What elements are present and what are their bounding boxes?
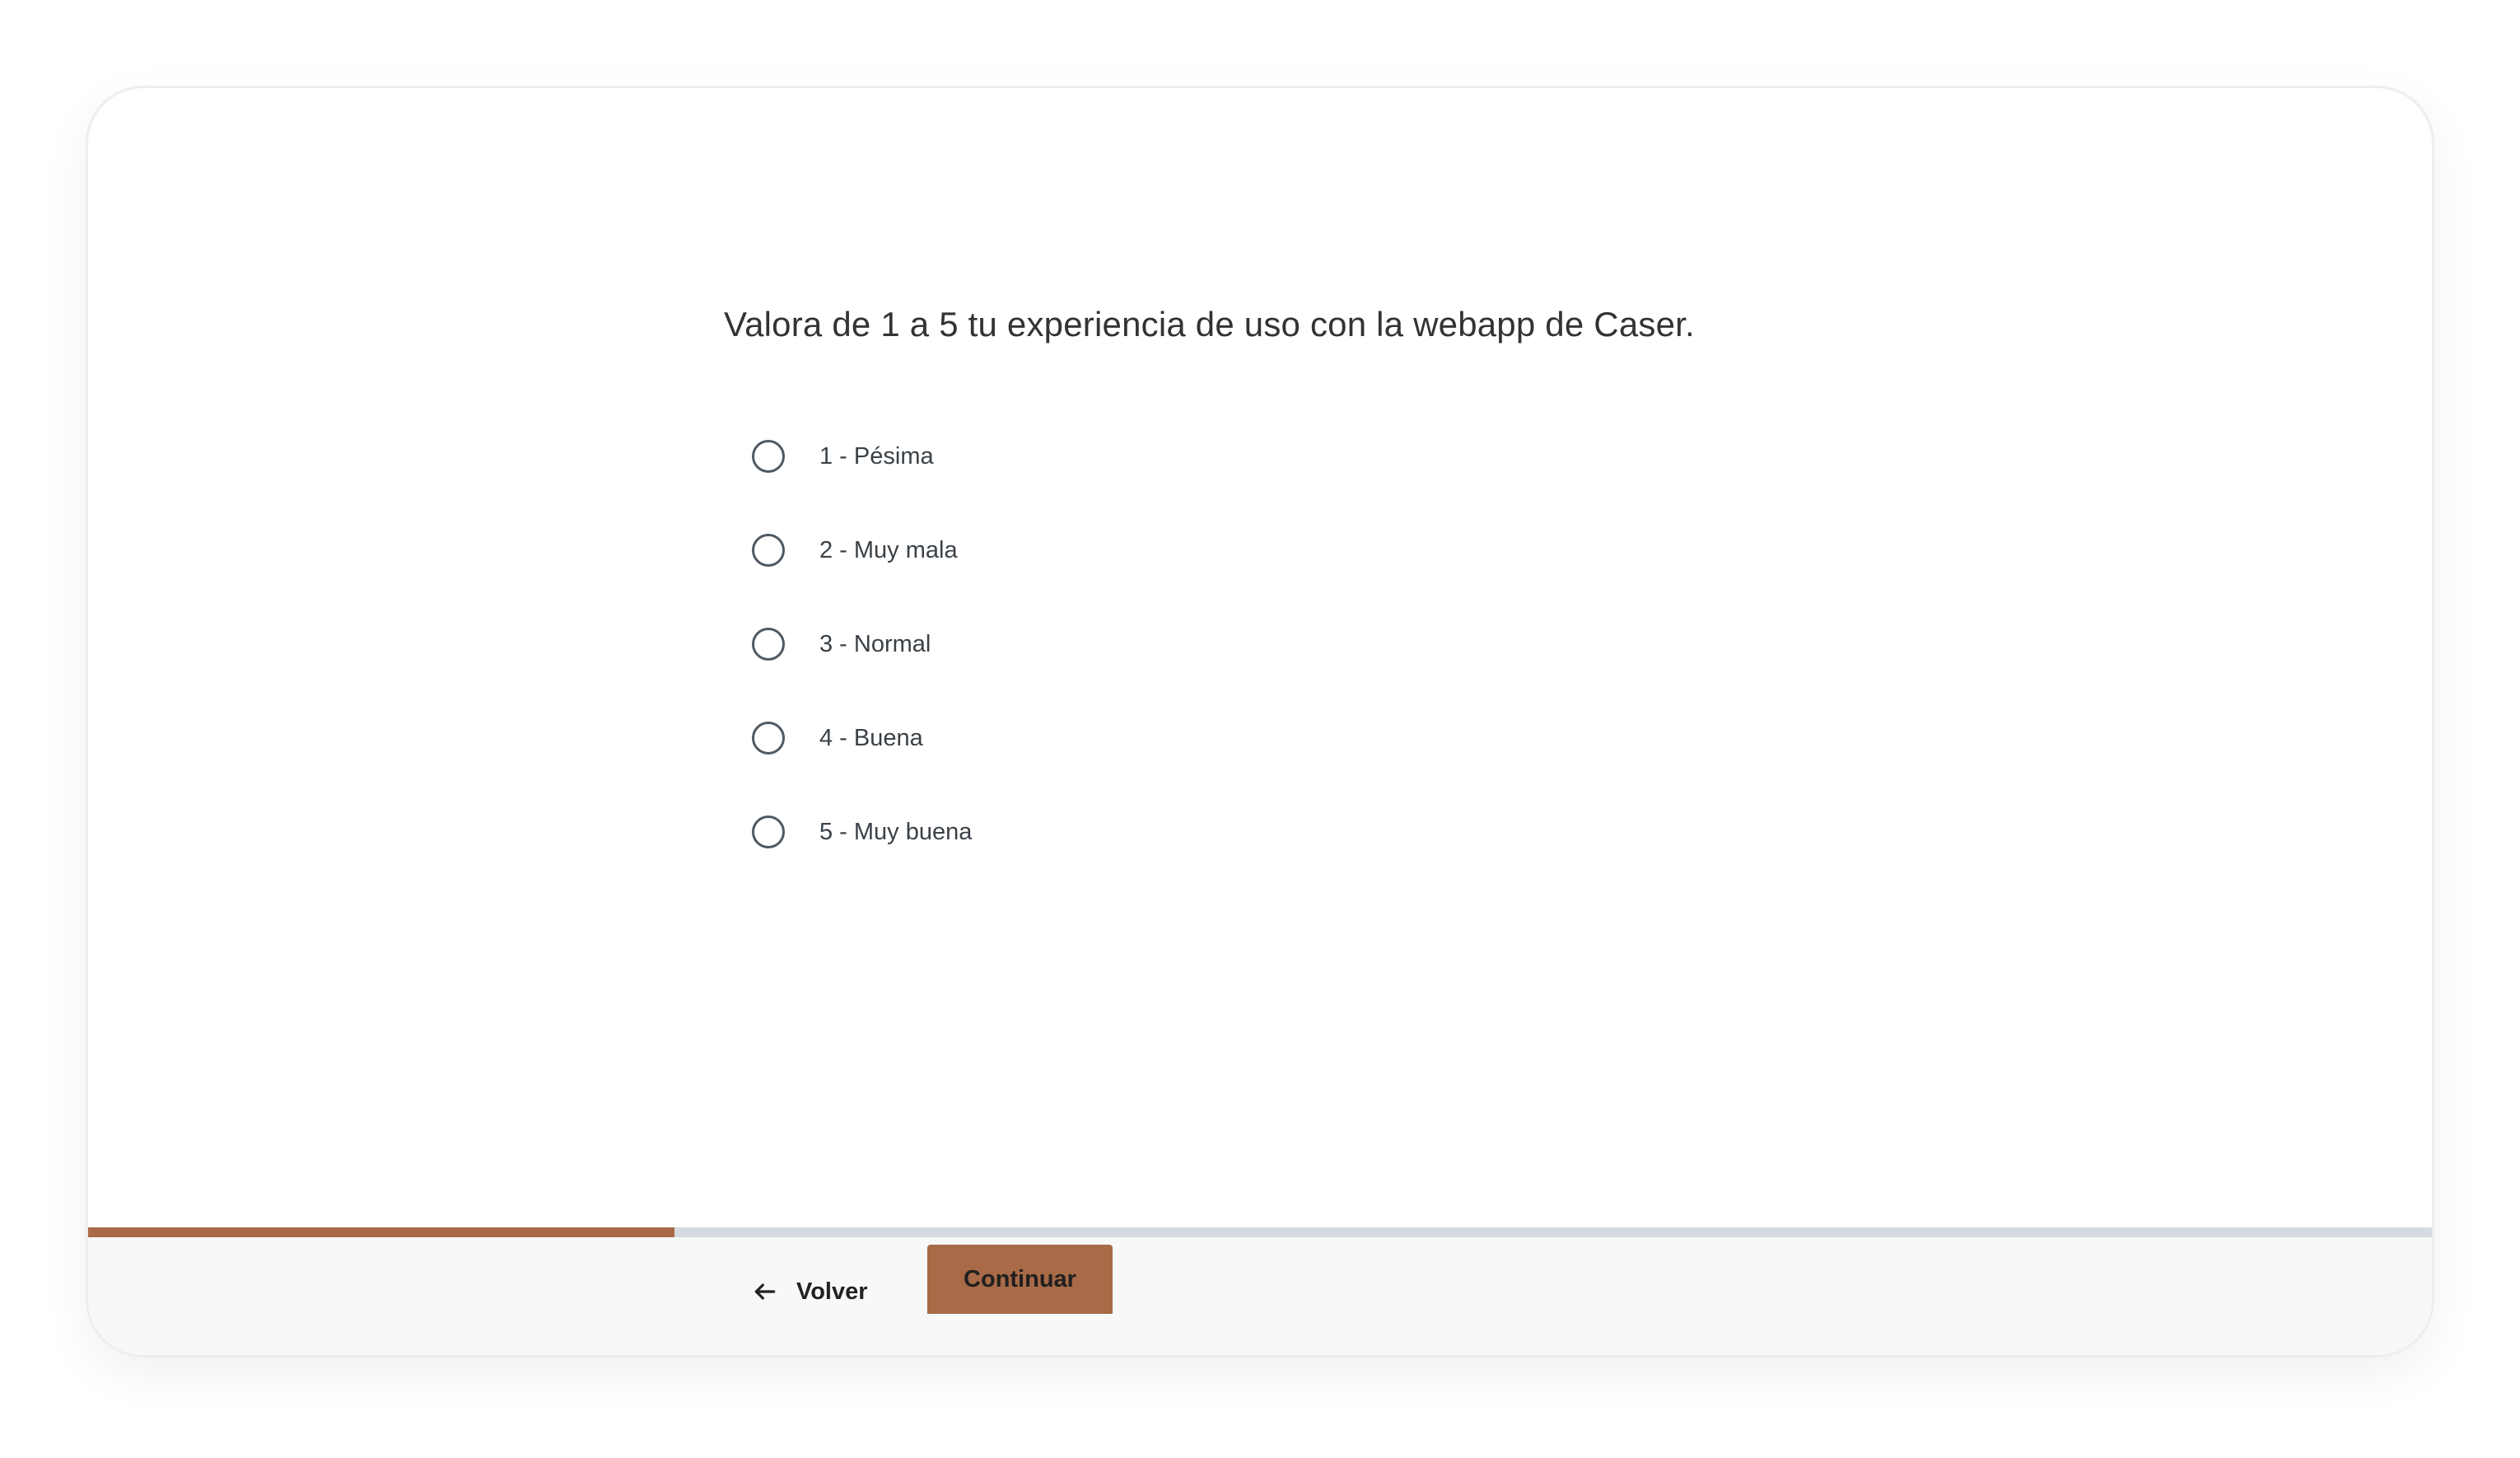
rating-option-4[interactable]: 4 - Buena xyxy=(752,691,972,785)
arrow-left-icon xyxy=(754,1283,776,1300)
question-title: Valora de 1 a 5 tu experiencia de uso co… xyxy=(724,305,1695,343)
continue-button[interactable]: Continuar xyxy=(927,1245,1113,1314)
back-button-label: Volver xyxy=(796,1278,868,1305)
survey-footer: Volver Continuar xyxy=(88,1227,2432,1355)
rating-option-5[interactable]: 5 - Muy buena xyxy=(752,785,972,879)
rating-option-label: 4 - Buena xyxy=(819,724,923,751)
radio-button-4[interactable] xyxy=(752,722,785,755)
survey-card: Valora de 1 a 5 tu experiencia de uso co… xyxy=(86,86,2434,1358)
rating-option-label: 5 - Muy buena xyxy=(819,818,973,845)
radio-button-2[interactable] xyxy=(752,534,785,567)
rating-option-label: 1 - Pésima xyxy=(819,442,934,470)
rating-options: 1 - Pésima 2 - Muy mala 3 - Normal 4 - B… xyxy=(752,409,972,879)
rating-option-label: 2 - Muy mala xyxy=(819,536,958,563)
rating-option-label: 3 - Normal xyxy=(819,630,931,657)
radio-button-5[interactable] xyxy=(752,815,785,848)
rating-option-1[interactable]: 1 - Pésima xyxy=(752,409,972,503)
progress-bar-fill xyxy=(88,1227,674,1237)
back-button[interactable]: Volver xyxy=(752,1264,868,1319)
rating-option-3[interactable]: 3 - Normal xyxy=(752,597,972,691)
radio-button-3[interactable] xyxy=(752,628,785,661)
progress-bar xyxy=(88,1227,2432,1237)
radio-button-1[interactable] xyxy=(752,440,785,473)
rating-option-2[interactable]: 2 - Muy mala xyxy=(752,503,972,597)
